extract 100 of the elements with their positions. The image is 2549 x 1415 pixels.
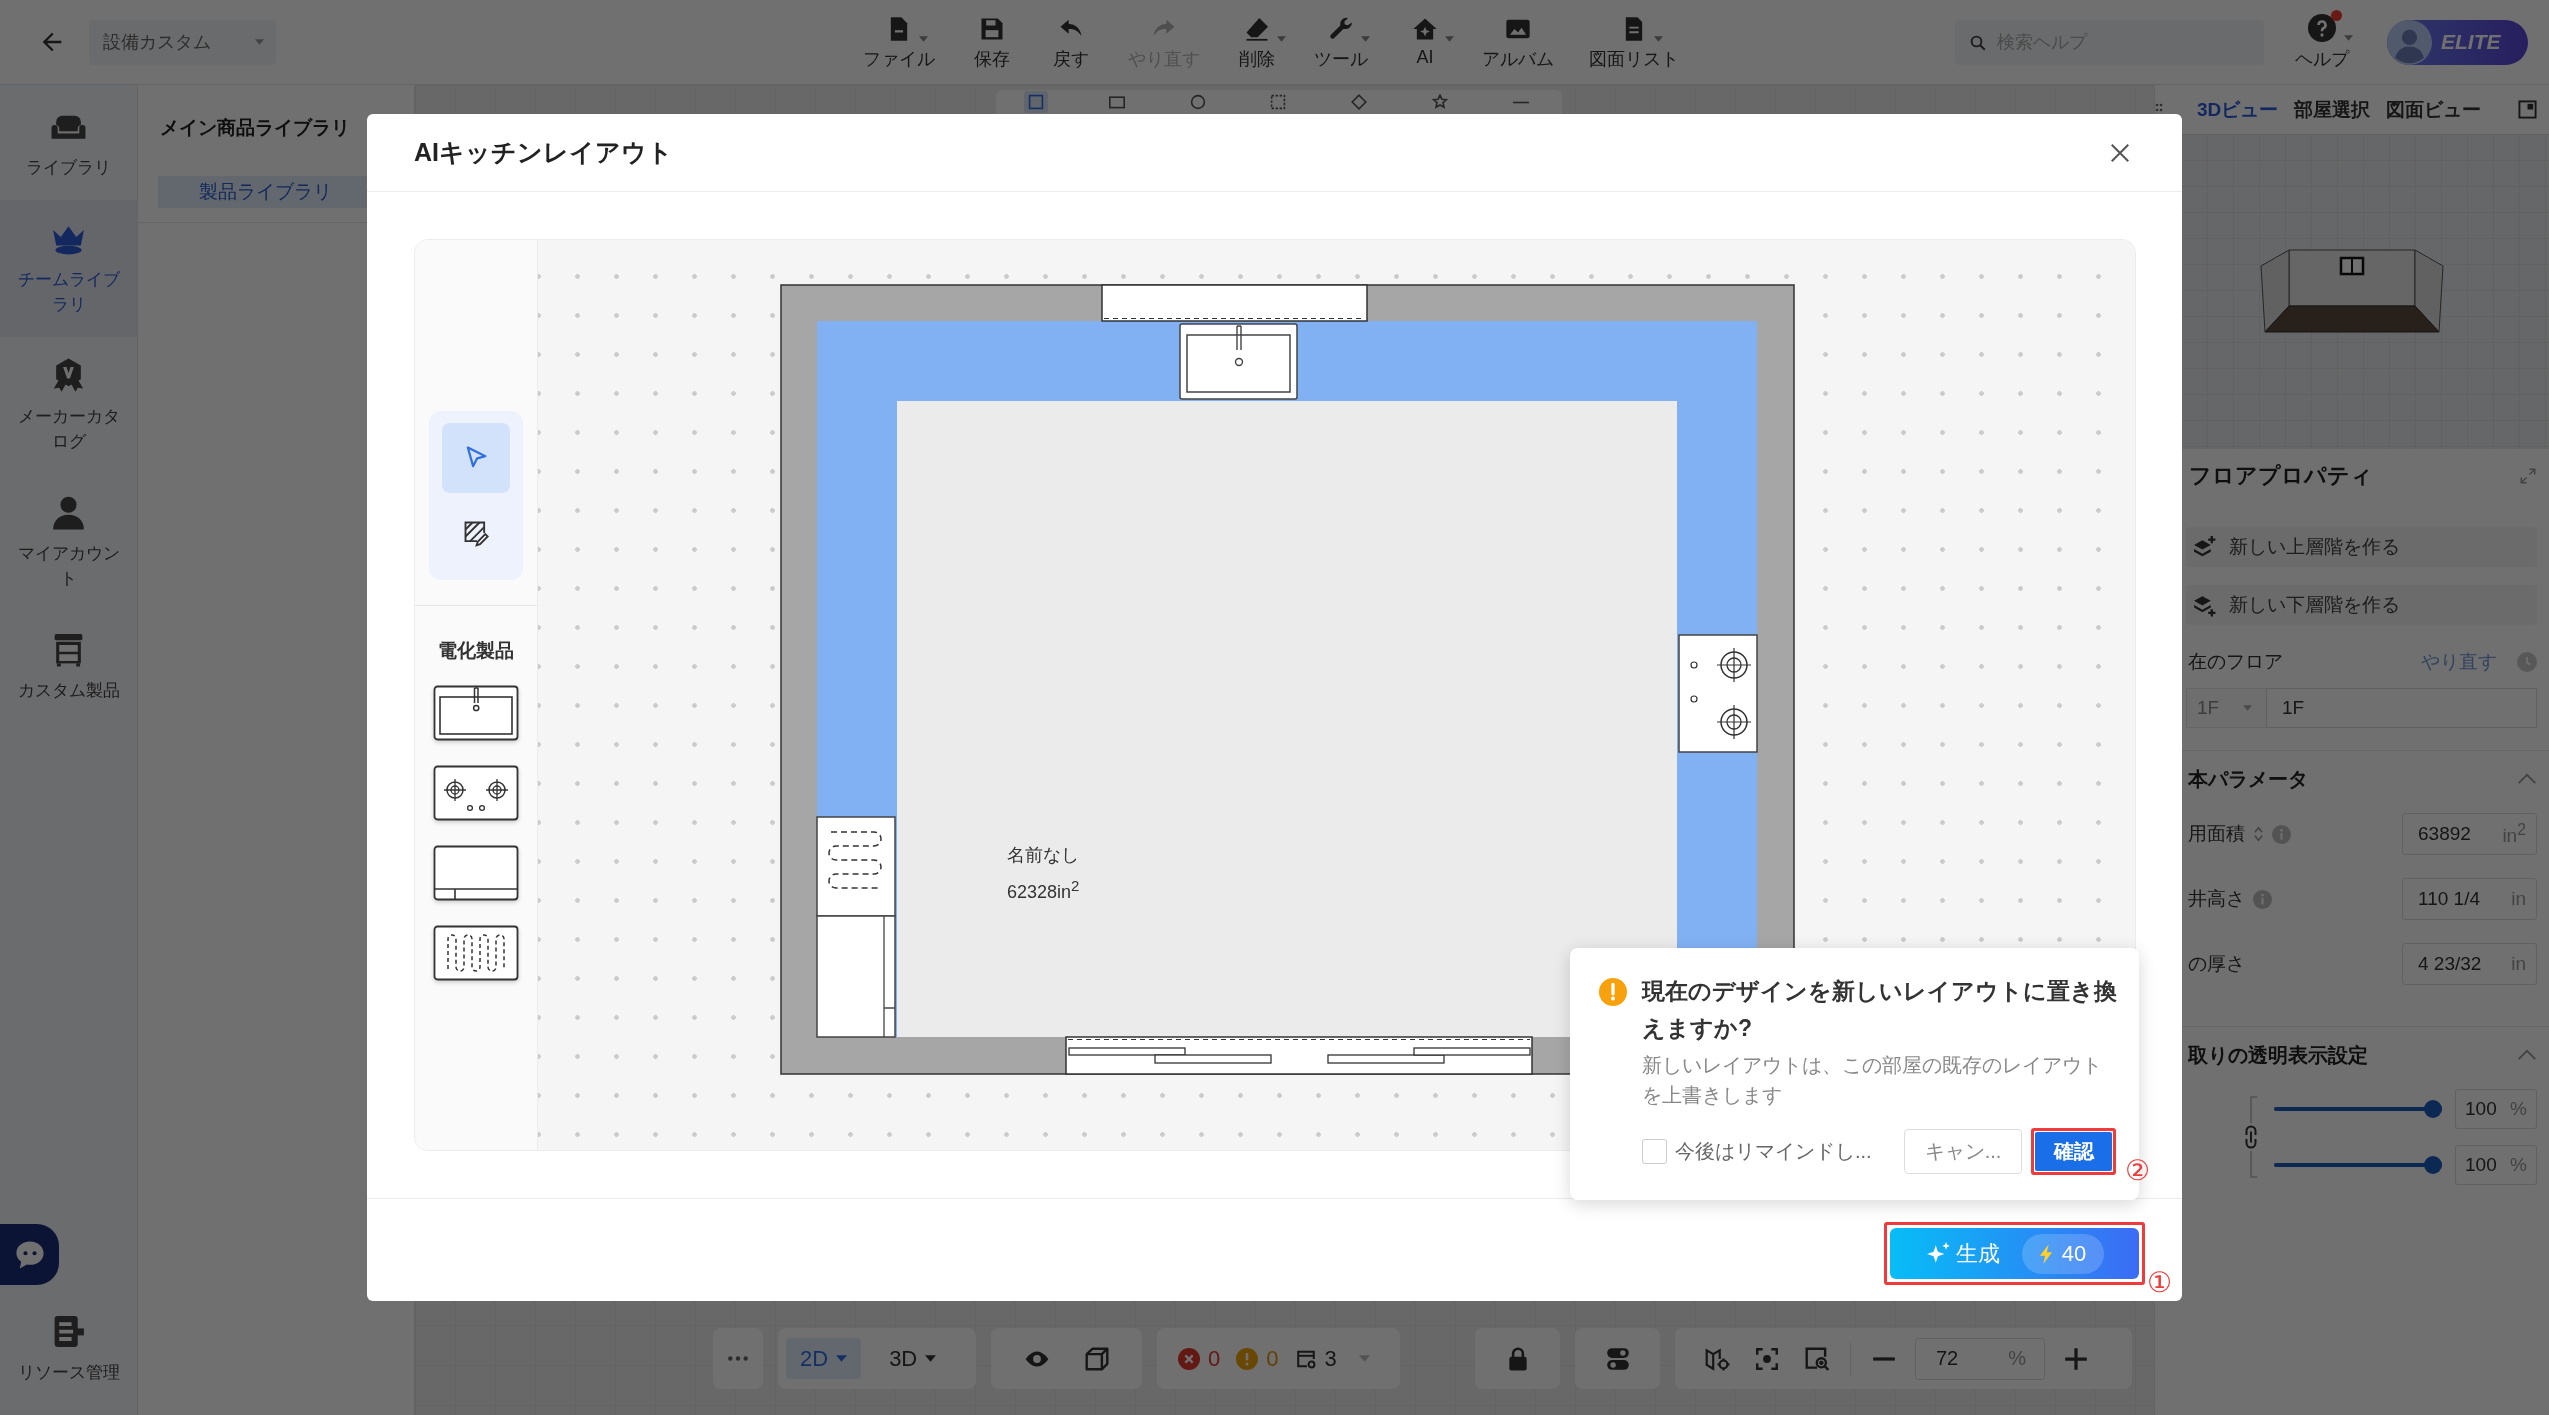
layer-count: 3 bbox=[1324, 1345, 1337, 1372]
field-value: 4 23/32 bbox=[2418, 953, 2482, 975]
warning-icon bbox=[1236, 1347, 1259, 1370]
diamond-icon bbox=[1351, 94, 1368, 110]
unit-label: % bbox=[2510, 1098, 2527, 1120]
hatch-pencil-icon bbox=[462, 519, 490, 547]
toolbar-button[interactable]: アルバム bbox=[1471, 13, 1565, 71]
question-icon bbox=[2308, 14, 2336, 42]
popover-title: 現在のデザインを新しいレイアウトに置き換えますか? bbox=[1642, 977, 2118, 1043]
zoom-value: 72 bbox=[1936, 1347, 1959, 1370]
caret-down-icon bbox=[2344, 35, 2353, 41]
warning-icon bbox=[1599, 978, 1627, 1006]
error-icon bbox=[1178, 1347, 1200, 1370]
canvas-tool[interactable] bbox=[1023, 91, 1048, 113]
checkbox[interactable] bbox=[1642, 1139, 1667, 1164]
room-area: 62328in$^{2}$ bbox=[1007, 877, 1080, 903]
toolbar-button[interactable]: 図面リスト bbox=[1578, 13, 1690, 71]
toolbar-button[interactable]: ファイル bbox=[852, 13, 946, 71]
toolbar-button[interactable]: 削除 bbox=[1224, 13, 1290, 71]
project-dropdown[interactable]: 設備カスタム bbox=[89, 19, 276, 65]
field-value: 100 bbox=[2465, 1098, 2497, 1120]
checkbox-label[interactable]: 今後はリマインドし... bbox=[1675, 1138, 1872, 1165]
line-icon bbox=[1513, 100, 1529, 104]
generate-button[interactable]: 生成 40 bbox=[1890, 1228, 2139, 1279]
sidebar-item[interactable]: カスタム製品 bbox=[0, 611, 137, 723]
toggle-icon[interactable] bbox=[1604, 1345, 1631, 1372]
caret-down-icon bbox=[836, 1355, 848, 1362]
search-icon bbox=[1969, 33, 1987, 52]
plus-icon[interactable] bbox=[2063, 1345, 2089, 1372]
view-tab[interactable]: 3Dビュー bbox=[2197, 96, 2279, 123]
floor-name-field[interactable]: 1F bbox=[2266, 688, 2537, 728]
collapse-icon[interactable] bbox=[2517, 1049, 2537, 1061]
credit-count: 40 bbox=[2061, 1240, 2087, 1267]
select-tool[interactable] bbox=[442, 423, 510, 493]
value-field[interactable]: 100 % bbox=[2455, 1145, 2537, 1185]
caret-down-icon bbox=[2243, 705, 2252, 711]
cooktop-icon[interactable] bbox=[433, 765, 519, 821]
field-label: 在のフロア bbox=[2188, 650, 2283, 674]
room-name: 名前なし bbox=[1007, 844, 1079, 867]
panel-title: フロアプロパティ bbox=[2189, 462, 2373, 490]
caret-down-icon bbox=[1358, 1355, 1370, 1362]
dialog-title: AIキッチンレイアウト bbox=[414, 137, 673, 168]
focus-icon[interactable] bbox=[1754, 1345, 1780, 1372]
section-title: 取りの透明表示設定 bbox=[2188, 1042, 2368, 1068]
issues-group[interactable]: 0 0 3 bbox=[1157, 1328, 1400, 1389]
toolbar-button[interactable]: 戻す bbox=[1038, 13, 1104, 71]
caret-down-icon bbox=[255, 39, 264, 45]
zoom-unit: % bbox=[2008, 1347, 2026, 1370]
zoom-window-icon[interactable] bbox=[1804, 1345, 1830, 1372]
sidebar-item[interactable]: メーカーカタログ bbox=[0, 337, 137, 474]
floor-action-button[interactable]: 新しい上層階を作る bbox=[2186, 527, 2537, 567]
sidebar-item[interactable]: マイアカウント bbox=[0, 474, 137, 611]
view-tab[interactable]: 図面ビュー bbox=[2386, 96, 2482, 123]
value-field[interactable]: 100 % bbox=[2455, 1089, 2537, 1129]
sort-icon[interactable] bbox=[2253, 825, 2264, 843]
sink-icon[interactable] bbox=[433, 685, 519, 741]
rectangle-icon bbox=[1108, 94, 1125, 110]
floor-action-button[interactable]: 新しい下層階を作る bbox=[2186, 585, 2537, 625]
toolbar-button[interactable]: 保存 bbox=[959, 13, 1025, 71]
radiator-icon[interactable] bbox=[433, 925, 519, 981]
error-count: 0 bbox=[1208, 1345, 1221, 1372]
confirm-button[interactable]: 確認 bbox=[2035, 1132, 2112, 1171]
warning-count: 0 bbox=[1266, 1345, 1279, 1372]
slider-thumb[interactable] bbox=[2424, 1100, 2442, 1118]
oven-icon[interactable] bbox=[433, 845, 519, 901]
window-icon[interactable] bbox=[2518, 100, 2537, 119]
step-number: ② bbox=[2125, 1157, 2151, 1185]
plan-badge[interactable]: ELITE bbox=[2387, 19, 2528, 65]
popover-message: 新しいレイアウトは、この部屋の既存のレイアウトを上書きします bbox=[1642, 1053, 2103, 1108]
view-tab[interactable]: 部屋選択 bbox=[2294, 96, 2371, 123]
expand-icon[interactable] bbox=[2519, 467, 2537, 485]
section-title: 本パラメータ bbox=[2188, 766, 2308, 792]
zoom-field[interactable]: 72 % bbox=[1915, 1337, 2045, 1380]
reset-link[interactable]: やり直す bbox=[2421, 649, 2497, 675]
panel-title: メイン商品ライブラリ bbox=[159, 116, 351, 140]
toolbar-button[interactable]: ツール bbox=[1303, 13, 1379, 71]
caret-down-icon bbox=[925, 1355, 937, 1362]
cube-icon[interactable] bbox=[1083, 1345, 1110, 1372]
unit-label: % bbox=[2510, 1154, 2527, 1176]
field-value: 63892 bbox=[2418, 823, 2471, 845]
field-label: 井高さ bbox=[2188, 887, 2245, 911]
view-mode-tab[interactable]: 3D bbox=[875, 1338, 951, 1379]
sidebar-item[interactable]: チームライブラリ bbox=[0, 200, 137, 337]
close-icon[interactable] bbox=[2109, 141, 2131, 164]
cancel-button[interactable]: キャン... bbox=[1904, 1129, 2022, 1174]
sidebar-item[interactable]: ライブラリ bbox=[0, 88, 137, 200]
help-button[interactable]: ヘルプ bbox=[2295, 13, 2363, 71]
view-mode-tab[interactable]: 2D bbox=[786, 1338, 862, 1379]
collapse-icon[interactable] bbox=[2517, 773, 2537, 785]
square-icon bbox=[1027, 94, 1044, 110]
avatar-icon bbox=[2387, 19, 2432, 65]
chat-button[interactable] bbox=[0, 1224, 59, 1285]
slider-thumb[interactable] bbox=[2424, 1156, 2442, 1174]
sidebar-item[interactable]: リソース管理 bbox=[0, 1293, 137, 1415]
person-icon bbox=[50, 494, 87, 531]
step-number: ① bbox=[2147, 1269, 2173, 1297]
more-icon[interactable] bbox=[727, 1355, 749, 1362]
field-label: 用面積 bbox=[2188, 822, 2245, 846]
star-icon bbox=[1432, 94, 1449, 110]
toolbar-button[interactable]: AI bbox=[1392, 13, 1458, 71]
